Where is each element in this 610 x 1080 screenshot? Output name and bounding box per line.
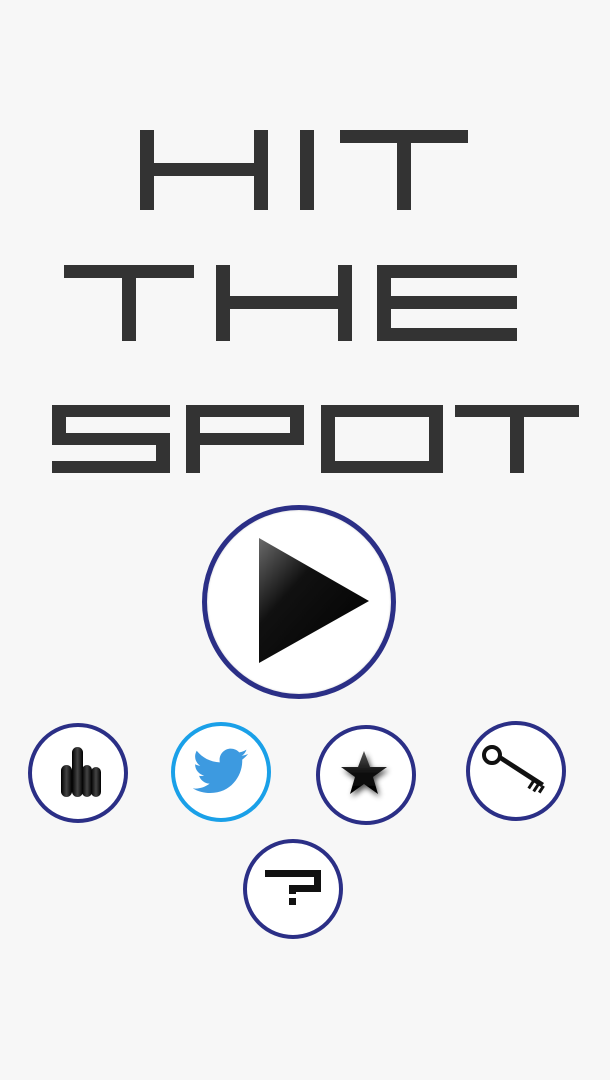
key-button[interactable] bbox=[466, 721, 566, 821]
twitter-bird-icon bbox=[193, 748, 249, 793]
question-mark-icon bbox=[265, 870, 321, 905]
star-icon bbox=[341, 751, 387, 794]
key-icon bbox=[482, 745, 545, 794]
title-line-1: HIT bbox=[0, 130, 610, 210]
help-button[interactable] bbox=[243, 839, 343, 939]
twitter-button[interactable] bbox=[171, 722, 271, 822]
rate-button[interactable] bbox=[28, 723, 128, 823]
title-hit-graphic bbox=[140, 130, 468, 210]
title-spot-graphic bbox=[52, 405, 579, 473]
play-button[interactable] bbox=[202, 505, 396, 699]
title-line-3: SPOT bbox=[0, 405, 610, 473]
star-button[interactable] bbox=[316, 725, 416, 825]
game-title: HIT THE bbox=[0, 0, 610, 500]
title-the-graphic bbox=[64, 265, 517, 341]
hand-icon bbox=[61, 747, 101, 797]
title-line-2: THE bbox=[0, 265, 610, 341]
play-icon bbox=[259, 538, 369, 663]
